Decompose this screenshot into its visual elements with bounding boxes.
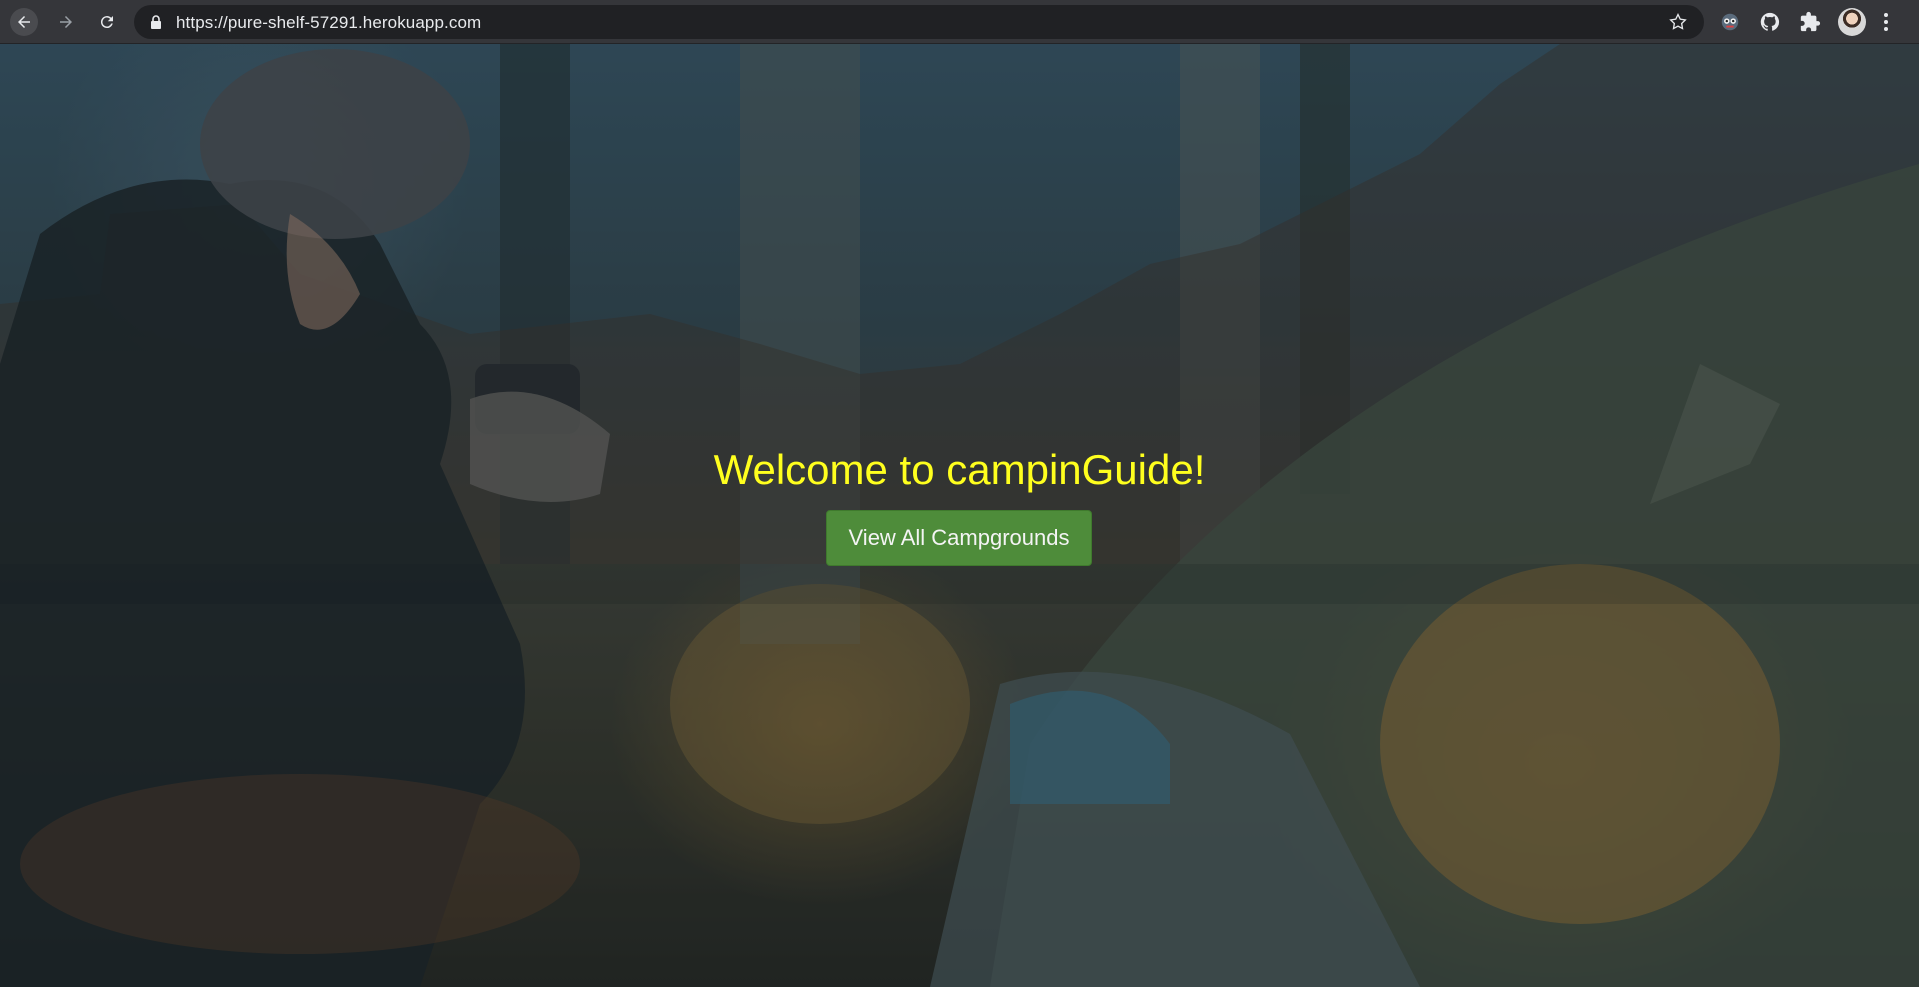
address-bar[interactable]: https://pure-shelf-57291.herokuapp.com bbox=[134, 5, 1704, 39]
lock-icon bbox=[151, 15, 161, 29]
star-icon[interactable] bbox=[1668, 12, 1688, 32]
welcome-heading: Welcome to campinGuide! bbox=[713, 446, 1206, 493]
forward-button[interactable] bbox=[52, 8, 80, 36]
forward-icon bbox=[60, 16, 72, 28]
menu-icon[interactable] bbox=[1883, 12, 1889, 32]
view-all-campgrounds-button[interactable]: View All Campgrounds bbox=[826, 510, 1092, 566]
back-icon bbox=[18, 16, 30, 28]
back-button[interactable] bbox=[10, 8, 38, 36]
puzzle-icon bbox=[1800, 11, 1821, 32]
hero-background: Welcome to campinGuide! View All Campgro… bbox=[0, 44, 1919, 987]
avatar[interactable] bbox=[1838, 8, 1866, 36]
extension-button[interactable] bbox=[1717, 9, 1743, 35]
browser-toolbar: https://pure-shelf-57291.herokuapp.com bbox=[0, 0, 1919, 44]
github-icon bbox=[1760, 12, 1780, 31]
reload-button[interactable] bbox=[93, 8, 121, 36]
github-extension-button[interactable] bbox=[1757, 9, 1783, 35]
reload-icon bbox=[100, 16, 113, 29]
url-text: https://pure-shelf-57291.herokuapp.com bbox=[176, 13, 482, 32]
extensions-menu-button[interactable] bbox=[1797, 9, 1823, 35]
extension-icon bbox=[1721, 13, 1739, 31]
